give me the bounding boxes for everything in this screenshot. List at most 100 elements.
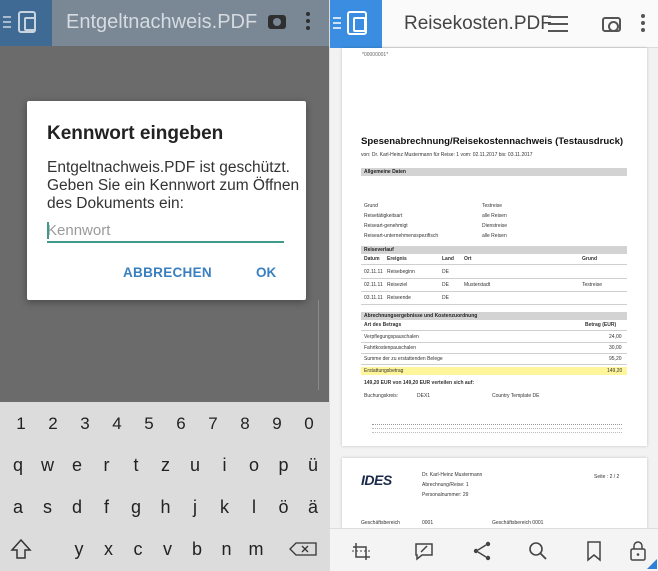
key-s[interactable]: s [33,489,63,525]
key-p[interactable]: p [269,447,299,483]
cancel-button[interactable]: ABBRECHEN [123,265,212,280]
pdf-page-2: IDES Dr. Karl-Heinz Mustermann Abrechnun… [342,458,647,528]
key-7[interactable]: 7 [198,406,228,442]
course-header-0: Datum [364,256,380,262]
course-cell: Reiseziel [387,282,408,288]
password-dialog: Kennwort eingeben Entgeltnachweis.PDF is… [27,101,306,300]
course-cell: Reisebeginn [387,269,415,275]
key-z[interactable]: z [151,447,181,483]
keyboard-number-row: 1234567890 [0,406,329,444]
results-row-amount: 30,00 [609,345,622,351]
key-5[interactable]: 5 [134,406,164,442]
page2-personnel: Personalnummer: 29 [422,492,469,498]
course-header-line [361,264,627,265]
key-ü[interactable]: ü [298,447,328,483]
keyboard-row-1: qwertzuiopü [0,447,329,485]
key-6[interactable]: 6 [166,406,196,442]
right-app-header: Reisekosten.PDF [330,0,658,48]
ok-button[interactable]: OK [256,265,276,280]
camera-icon[interactable] [602,17,621,32]
document-icon [347,11,367,35]
section-general-title: Allgemeine Daten [364,169,406,175]
section-results-title: Abrechnungsergebnisse und Kostenzuordnun… [364,313,478,319]
key-r[interactable]: r [92,447,122,483]
course-row-line [361,278,627,279]
key-b[interactable]: b [182,531,212,567]
key-t[interactable]: t [121,447,151,483]
refund-label: Erstattungsbetrag [364,368,404,374]
key-0[interactable]: 0 [294,406,324,442]
shift-key[interactable] [4,531,38,567]
key-u[interactable]: u [180,447,210,483]
more-options-icon[interactable] [641,14,645,34]
comment-edit-icon[interactable] [412,539,436,563]
key-9[interactable]: 9 [262,406,292,442]
course-cell: 02.11.11 [364,269,383,275]
key-ä[interactable]: ä [298,489,328,525]
key-f[interactable]: f [92,489,122,525]
backspace-key[interactable] [284,531,324,567]
general-row-value: alle Reisen [482,213,507,219]
key-l[interactable]: l [239,489,269,525]
key-e[interactable]: e [62,447,92,483]
bookmark-icon[interactable] [582,539,606,563]
general-row-label: Reiseart-genehmigt [364,223,408,229]
bottom-toolbar [330,528,658,571]
key-1[interactable]: 1 [6,406,36,442]
key-3[interactable]: 3 [70,406,100,442]
course-cell: 03.11.11 [364,295,383,301]
results-row-label: Verpflegungspauschalen [364,334,419,340]
page2-bottom-left-value: 0001 [422,520,434,526]
key-q[interactable]: q [3,447,33,483]
backspace-icon [289,542,317,556]
results-row-line [361,364,627,365]
key-i[interactable]: i [210,447,240,483]
page2-trip: Abrechnung/Reise: 1 [422,482,469,488]
course-row-line [361,304,627,305]
key-d[interactable]: d [62,489,92,525]
key-g[interactable]: g [121,489,151,525]
refund-amount: 149,20 [607,368,623,374]
right-document-title: Reisekosten.PDF [404,13,552,34]
general-row-label: Reisetätigkeitsart [364,213,403,219]
key-k[interactable]: k [210,489,240,525]
left-screen: Entgeltnachweis.PDF Kennwort eingeben En… [0,0,329,571]
keyboard-row-3: yxcvbnm [0,531,329,569]
section-course-title: Reiseverlauf [364,247,394,253]
course-header-4: Grund [582,256,597,262]
share-icon[interactable] [470,539,494,563]
key-x[interactable]: x [94,531,124,567]
results-header-line [361,330,627,331]
key-y[interactable]: y [64,531,94,567]
list-icon[interactable] [548,16,568,32]
menu-icon [333,17,341,29]
left-document-title: Entgeltnachweis.PDF [66,11,258,33]
search-icon[interactable] [526,539,550,563]
key-8[interactable]: 8 [230,406,260,442]
course-cell: DE [442,282,449,288]
course-cell: Reiseende [387,295,411,301]
key-4[interactable]: 4 [102,406,132,442]
key-2[interactable]: 2 [38,406,68,442]
section-general-band: Allgemeine Daten [361,168,627,176]
document-menu-button-right[interactable] [330,0,382,48]
camera-icon[interactable] [268,15,286,29]
page2-page-number: Seite : 2 / 2 [594,474,620,480]
key-m[interactable]: m [241,531,271,567]
key-ö[interactable]: ö [269,489,299,525]
document-menu-button[interactable] [0,0,52,46]
crop-icon[interactable] [350,539,374,563]
page2-bottom-right: Geschäftsbereich 0001 [492,520,544,526]
password-input[interactable] [47,219,284,243]
more-options-icon[interactable] [306,12,310,32]
text-cursor [47,222,49,239]
key-c[interactable]: c [123,531,153,567]
key-o[interactable]: o [239,447,269,483]
key-w[interactable]: w [33,447,63,483]
key-n[interactable]: n [212,531,242,567]
key-h[interactable]: h [151,489,181,525]
document-icon [18,11,36,33]
key-j[interactable]: j [180,489,210,525]
key-v[interactable]: v [153,531,183,567]
key-a[interactable]: a [3,489,33,525]
